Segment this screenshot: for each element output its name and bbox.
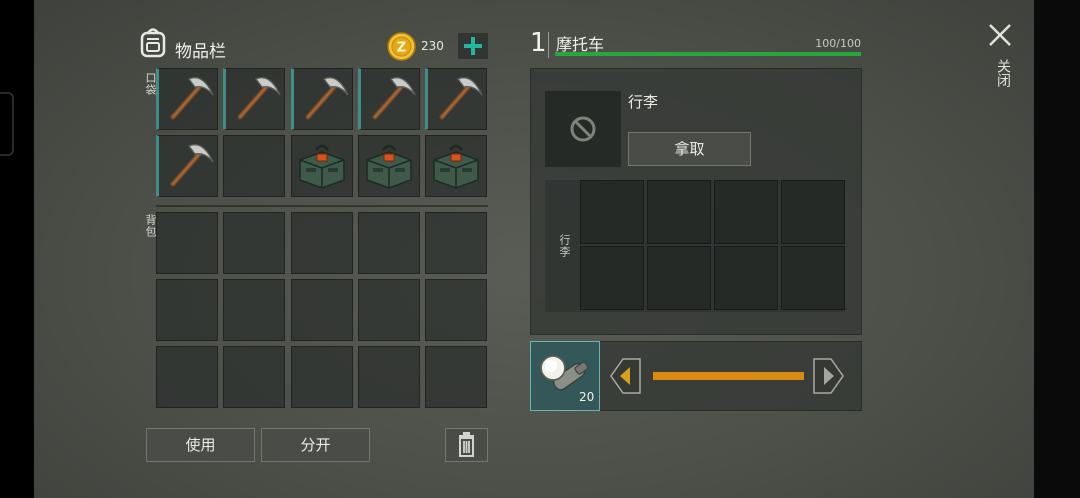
arrow-left-icon [610,358,641,394]
pickaxe-icon [296,71,352,131]
discard-button[interactable] [445,428,488,462]
pickaxe-icon [161,138,217,198]
inventory-title: 物品栏 [175,42,226,62]
close-button[interactable]: 关闭 [984,22,1016,102]
trash-icon [459,432,474,457]
luggage-slot[interactable] [545,91,621,167]
fuel-slider-track[interactable] [653,372,804,380]
pocket-slot[interactable] [156,135,218,197]
backpack-slot[interactable] [223,212,285,274]
pocket-slot[interactable] [291,68,353,130]
split-button[interactable]: 分开 [261,428,370,462]
pickaxe-icon [363,71,419,131]
svg-text:Z: Z [397,41,406,56]
supply-crate-icon [428,138,484,198]
backpack-slot[interactable] [358,212,420,274]
arrow-right-icon [813,358,844,394]
pocket-slot[interactable] [223,68,285,130]
luggage-grid-slot[interactable] [647,246,711,310]
backpack-slot[interactable] [291,212,353,274]
bezel-notch [0,92,14,156]
decrease-button[interactable] [609,358,641,394]
luggage-grid-slot[interactable] [580,246,644,310]
luggage-title: 行李 [628,93,659,111]
pickaxe-icon [228,71,284,131]
increase-button[interactable] [813,358,845,394]
luggage-grid-slot[interactable] [714,180,778,244]
right-bezel [1034,0,1080,498]
add-coins-button[interactable] [458,33,488,59]
header-separator [548,32,549,58]
durability-bar [555,52,861,56]
backpack-slot[interactable] [223,279,285,341]
durability-bar-fill [555,52,861,56]
luggage-grid-label: 行李 [558,234,571,258]
pocket-slot[interactable] [223,135,285,197]
backpack-slot[interactable] [156,212,218,274]
backpack-slot[interactable] [291,279,353,341]
backpack-slot[interactable] [291,346,353,408]
coin-icon: Z [387,32,416,61]
use-button[interactable]: 使用 [146,428,255,462]
close-label: 关闭 [995,59,1011,87]
section-divider [156,205,488,207]
take-button[interactable]: 拿取 [628,132,751,166]
pickaxe-icon [430,71,486,131]
pocket-slot[interactable] [425,68,487,130]
pocket-slot[interactable] [156,68,218,130]
backpack-icon [138,26,168,58]
fuel-item-count: 20 [579,390,595,404]
pocket-slot[interactable] [358,135,420,197]
backpack-slot[interactable] [425,279,487,341]
fuel-slider-fill [653,372,804,380]
luggage-grid-slot[interactable] [580,180,644,244]
close-icon [989,24,1011,46]
backpack-slot[interactable] [156,279,218,341]
supply-crate-icon [361,138,417,198]
backpack-slot[interactable] [358,279,420,341]
durability-text: 100/100 [815,37,861,50]
game-screen: 物品栏 Z 230 口袋 背包 使用 分开 1 摩托车 100/100 行李 拿… [34,0,1034,498]
pocket-slot[interactable] [291,135,353,197]
backpack-slot[interactable] [425,346,487,408]
luggage-grid-slot[interactable] [781,246,845,310]
pocket-slot[interactable] [425,135,487,197]
backpack-slot[interactable] [358,346,420,408]
coin-count: 230 [421,39,444,53]
backpack-slot[interactable] [156,346,218,408]
supply-crate-icon [294,138,350,198]
left-bezel [0,0,34,498]
blocked-icon [570,116,596,142]
backpack-slot[interactable] [223,346,285,408]
luggage-grid-slot[interactable] [781,180,845,244]
pickaxe-icon [161,71,217,131]
luggage-grid-slot[interactable] [647,180,711,244]
vehicle-level: 1 [530,28,547,58]
pocket-slot[interactable] [358,68,420,130]
backpack-slot[interactable] [425,212,487,274]
luggage-grid-slot[interactable] [714,246,778,310]
